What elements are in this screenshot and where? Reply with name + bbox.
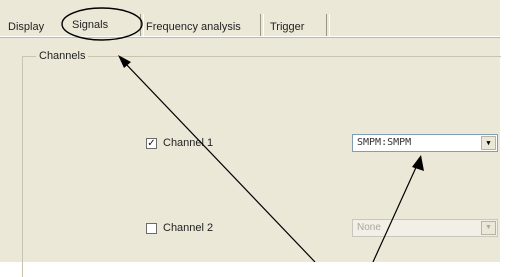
channel-2-select-value: None	[357, 222, 381, 233]
tab-strip: Display Signals Frequency analysis Trigg…	[0, 0, 513, 38]
tab-separator	[260, 14, 264, 38]
channel-1-checkbox[interactable]	[146, 137, 157, 149]
channel-1-select-value: SMPM:SMPM	[357, 137, 412, 148]
channel-2-row: Channel 2	[146, 222, 213, 234]
channel-1-row: Channel 1	[146, 137, 213, 149]
tab-separator	[140, 14, 144, 38]
channel-2-select[interactable]: None ▼	[352, 219, 498, 237]
tab-separator	[326, 14, 330, 38]
tab-signals[interactable]: Signals	[72, 14, 108, 36]
channel-2-checkbox[interactable]	[146, 222, 157, 234]
chevron-down-icon[interactable]: ▼	[481, 221, 496, 235]
channel-2-label[interactable]: Channel 2	[163, 222, 213, 234]
channel-1-select[interactable]: SMPM:SMPM ▼	[352, 134, 498, 152]
chevron-down-icon[interactable]: ▼	[481, 136, 496, 150]
channels-groupbox	[22, 56, 501, 277]
tab-frequency-analysis[interactable]: Frequency analysis	[146, 17, 241, 37]
tab-trigger[interactable]: Trigger	[270, 17, 304, 37]
group-title: Channels	[36, 50, 89, 62]
tab-baseline	[0, 36, 500, 38]
tab-display[interactable]: Display	[8, 17, 44, 37]
channel-1-label[interactable]: Channel 1	[163, 137, 213, 149]
